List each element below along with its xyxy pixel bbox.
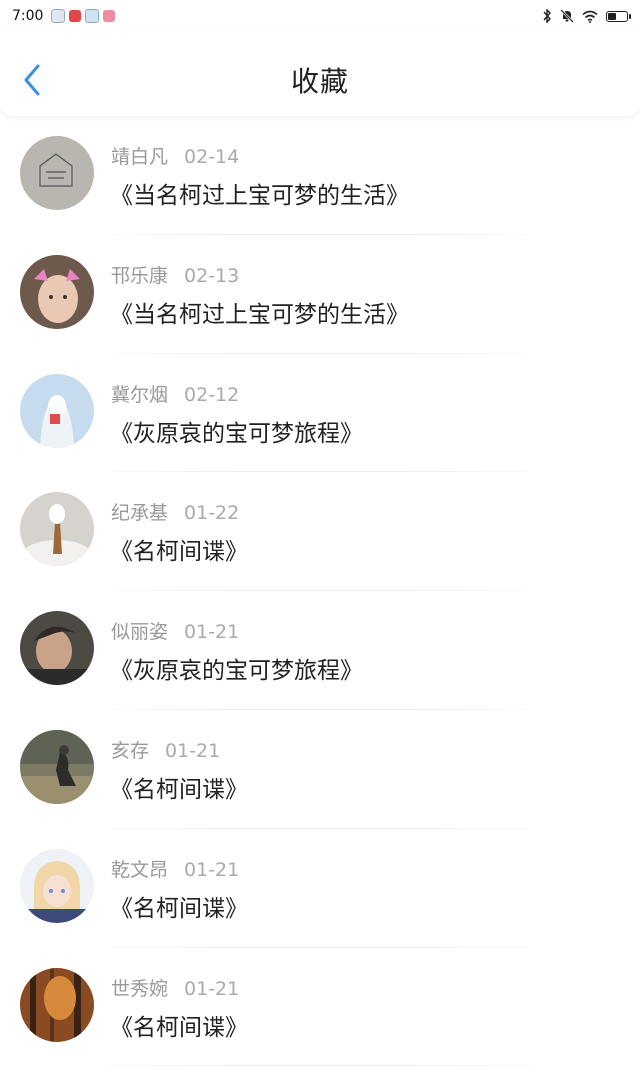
book-title[interactable]: 《名柯间谍》 [110,770,248,804]
mute-icon [560,9,574,23]
favorite-date: 02-14 [184,146,240,168]
list-item[interactable]: 靖白凡 02-14 《当名柯过上宝可梦的生活》 [0,116,640,235]
mail-app-icon [51,9,66,23]
book-title[interactable]: 《灰原哀的宝可梦旅程》 [110,414,363,448]
wifi-icon [582,10,598,23]
book-title[interactable]: 《灰原哀的宝可梦旅程》 [110,651,363,685]
list-item[interactable]: 冀尔烟 02-12 《灰原哀的宝可梦旅程》 [0,354,640,473]
list-item[interactable]: 亥存 01-21 《名柯间谍》 [0,710,640,829]
avatar[interactable] [20,492,94,567]
header-bar: 收藏 [0,32,640,116]
favorite-date: 02-12 [184,383,240,406]
avatar[interactable] [20,136,94,210]
status-bar: 7:00 [0,0,640,32]
book-title[interactable]: 《名柯间谍》 [110,532,248,566]
favorite-date: 01-21 [184,858,240,881]
avatar[interactable] [20,967,94,1042]
list-item[interactable]: 纪承基 01-22 《名柯间谍》 [0,472,640,592]
list-item[interactable]: 乾文昂 01-21 《名柯间谍》 [0,829,640,948]
book-title[interactable]: 《当名柯过上宝可梦的生活》 [110,295,409,329]
book-title[interactable]: 《名柯间谍》 [110,1008,248,1042]
favorite-date: 01-22 [184,502,240,525]
book-title[interactable]: 《名柯间谍》 [110,889,248,923]
favorite-meta: 亥存 01-21 [111,736,220,763]
favorite-meta: 世秀婉 01-21 [111,974,239,1001]
red-app-icon [69,10,82,22]
status-right [542,9,631,23]
author-name: 邗乐康 [111,264,169,287]
bluetooth-icon [543,9,551,23]
favorite-date: 01-21 [184,621,240,644]
list-item[interactable]: 邗乐康 02-13 《当名柯过上宝可梦的生活》 [0,235,640,354]
favorite-date: 02-13 [184,264,240,287]
battery-level-fill [608,12,616,20]
avatar[interactable] [20,729,94,804]
book-title[interactable]: 《当名柯过上宝可梦的生活》 [110,176,409,210]
author-name: 纪承基 [111,502,169,525]
pink-app-icon [103,10,116,22]
favorite-meta: 靖白凡 02-14 [111,142,239,169]
author-name: 冀尔烟 [111,383,169,406]
shield-app-icon [85,9,100,23]
favorite-date: 01-21 [184,977,240,1000]
favorite-meta: 邗乐康 02-13 [111,261,239,288]
favorite-meta: 似丽姿 01-21 [111,617,239,644]
page-title: 收藏 [290,65,349,98]
favorite-meta: 冀尔烟 02-12 [111,380,239,407]
author-name: 亥存 [111,739,150,762]
favorite-meta: 纪承基 01-22 [111,498,239,525]
battery-icon [606,10,631,22]
favorites-list: 靖白凡 02-14 《当名柯过上宝可梦的生活》 邗乐康 02-13 《当名柯过上宝可… [0,116,640,1066]
author-name: 似丽姿 [111,621,169,644]
avatar[interactable] [20,254,94,329]
author-name: 靖白凡 [111,146,169,168]
avatar[interactable] [20,848,94,923]
author-name: 乾文昂 [111,858,169,881]
list-item[interactable]: 似丽姿 01-21 《灰原哀的宝可梦旅程》 [0,591,640,710]
author-name: 世秀婉 [111,977,169,1000]
favorite-date: 01-21 [165,739,221,762]
favorite-meta: 乾文昂 01-21 [111,855,239,882]
avatar[interactable] [20,611,94,686]
avatar[interactable] [20,373,94,448]
status-time: 7:00 [12,8,44,24]
status-left: 7:00 [12,8,116,24]
list-item[interactable]: 世秀婉 01-21 《名柯间谍》 [0,948,640,1066]
